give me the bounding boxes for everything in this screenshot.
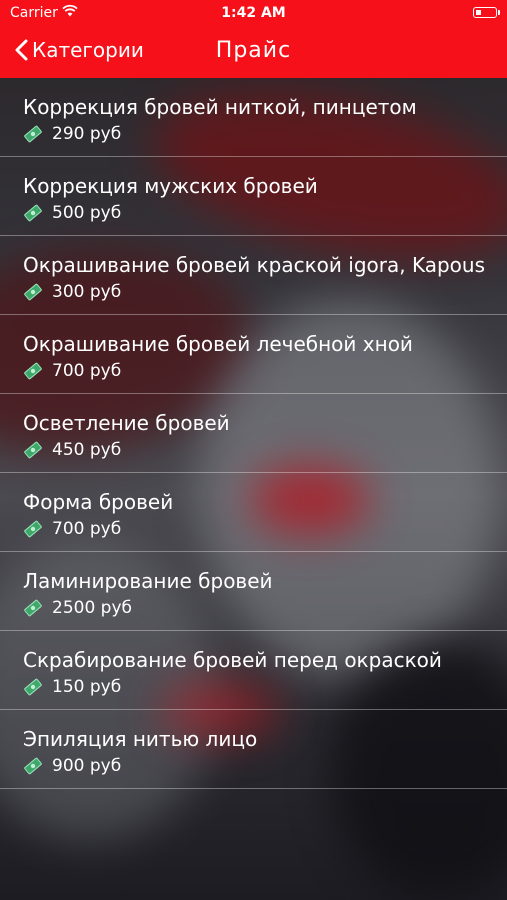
money-bill-icon: [24, 520, 42, 538]
service-price-row: 450 руб: [23, 440, 497, 460]
price-list-item[interactable]: Окрашивание бровей краской igora, Kapous…: [0, 236, 507, 315]
status-bar: Carrier 1:42 AM: [0, 0, 507, 28]
service-price: 500 руб: [52, 203, 122, 223]
service-name: Окрашивание бровей краской igora, Kapous: [23, 253, 485, 277]
service-name: Ламинирование бровей: [23, 569, 273, 593]
money-bill-icon: [24, 204, 42, 222]
service-price-row: 290 руб: [23, 124, 497, 144]
service-price-row: 700 руб: [23, 361, 497, 381]
money-bill-icon: [24, 362, 42, 380]
price-list-item[interactable]: Скрабирование бровей перед окраской 150 …: [0, 631, 507, 710]
service-price-row: 300 руб: [23, 282, 497, 302]
service-price: 450 руб: [52, 440, 122, 460]
service-name: Форма бровей: [23, 490, 174, 514]
service-name: Окрашивание бровей лечебной хной: [23, 332, 413, 356]
service-price: 2500 руб: [52, 598, 133, 618]
nav-bar: Категории Прайс: [0, 28, 507, 78]
service-name: Эпиляция нитью лицо: [23, 727, 258, 751]
money-bill-icon: [24, 678, 42, 696]
money-bill-icon: [24, 283, 42, 301]
top-bar: Carrier 1:42 AM Категории Прайс: [0, 0, 507, 78]
service-price-row: 900 руб: [23, 756, 497, 776]
service-price: 290 руб: [52, 124, 122, 144]
service-name: Коррекция бровей ниткой, пинцетом: [23, 95, 417, 119]
price-list-item[interactable]: Коррекция бровей ниткой, пинцетом 290 ру…: [0, 78, 507, 157]
service-price: 700 руб: [52, 361, 122, 381]
price-list-item[interactable]: Окрашивание бровей лечебной хной 700 руб: [0, 315, 507, 394]
service-price: 700 руб: [52, 519, 122, 539]
price-list-item[interactable]: Эпиляция нитью лицо 900 руб: [0, 710, 507, 789]
service-price-row: 150 руб: [23, 677, 497, 697]
battery-icon: [473, 7, 500, 18]
money-bill-icon: [24, 441, 42, 459]
status-time: 1:42 AM: [221, 5, 286, 21]
price-list-item[interactable]: Осветление бровей 450 руб: [0, 394, 507, 473]
service-price: 300 руб: [52, 282, 122, 302]
money-bill-icon: [24, 125, 42, 143]
service-price-row: 2500 руб: [23, 598, 497, 618]
price-list-item[interactable]: Форма бровей 700 руб: [0, 473, 507, 552]
price-list-item[interactable]: Коррекция мужских бровей 500 руб: [0, 157, 507, 236]
service-price: 900 руб: [52, 756, 122, 776]
service-price-row: 700 руб: [23, 519, 497, 539]
service-name: Осветление бровей: [23, 411, 230, 435]
service-price-row: 500 руб: [23, 203, 497, 223]
money-bill-icon: [24, 599, 42, 617]
service-price: 150 руб: [52, 677, 122, 697]
price-list: Коррекция бровей ниткой, пинцетом 290 ру…: [0, 78, 507, 789]
service-name: Коррекция мужских бровей: [23, 174, 318, 198]
money-bill-icon: [24, 757, 42, 775]
price-list-item[interactable]: Ламинирование бровей 2500 руб: [0, 552, 507, 631]
service-name: Скрабирование бровей перед окраской: [23, 648, 442, 672]
page-title: Прайс: [215, 38, 292, 63]
